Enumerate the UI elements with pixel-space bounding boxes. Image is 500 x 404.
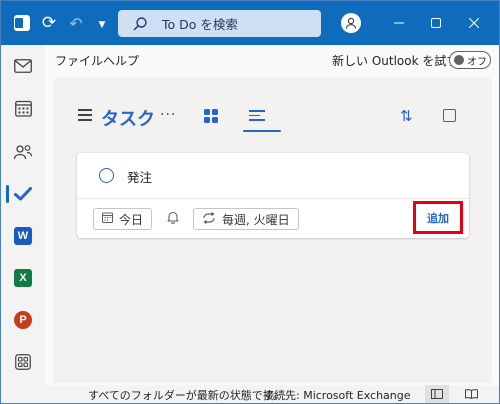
maximize-icon: [431, 18, 441, 28]
new-outlook-label: 新しい Outlook を試す: [332, 54, 459, 68]
page-title: タスク: [101, 109, 155, 130]
grid-view-icon[interactable]: [204, 109, 218, 123]
todo-check-icon: [14, 187, 32, 201]
powerpoint-icon: P: [14, 311, 32, 329]
search-box[interactable]: To Do を検索: [118, 10, 321, 37]
list-view-icon[interactable]: [249, 110, 265, 122]
close-icon: [469, 18, 479, 28]
menu-bar: ファイル ヘルプ 新しい Outlook を試す: [45, 45, 499, 75]
search-icon: [132, 16, 148, 32]
sort-icon[interactable]: ⇅: [400, 107, 413, 125]
people-icon: [13, 145, 33, 160]
hamburger-menu-icon[interactable]: [78, 109, 92, 121]
reading-view-icon[interactable]: [459, 385, 483, 403]
normal-view-icon[interactable]: [425, 385, 449, 403]
due-date-chip[interactable]: 今日: [93, 208, 153, 230]
mail-icon: [14, 59, 32, 73]
excel-icon: X: [14, 269, 32, 287]
app-rail: W X P: [1, 45, 45, 385]
reminder-bell-icon[interactable]: [166, 210, 180, 228]
quick-access-dropdown-icon[interactable]: ▼: [92, 15, 112, 35]
rail-item-todo[interactable]: [1, 179, 45, 209]
add-task-card: 発注 今日 毎週, 火曜日 追加: [77, 153, 469, 238]
rail-item-excel[interactable]: X: [1, 263, 45, 293]
toggle-knob: [454, 55, 464, 65]
repeat-icon: [202, 211, 216, 227]
list-view-active-indicator: [243, 130, 281, 132]
maximize-button[interactable]: [421, 10, 451, 36]
calendar-small-icon: [102, 212, 113, 226]
rail-item-apps[interactable]: [1, 347, 45, 377]
tasks-header: タスク ··· ⇅: [53, 77, 492, 137]
new-outlook-toggle[interactable]: オフ: [449, 51, 491, 69]
apps-icon: [15, 354, 31, 370]
minimize-button[interactable]: [384, 10, 414, 36]
rail-item-calendar[interactable]: [1, 93, 45, 123]
search-placeholder: To Do を検索: [162, 17, 238, 32]
menu-help[interactable]: ヘルプ: [103, 52, 139, 69]
repeat-chip[interactable]: 毎週, 火曜日: [193, 208, 299, 230]
sync-icon[interactable]: ⟳: [39, 13, 59, 33]
add-task-button[interactable]: 追加: [427, 210, 449, 226]
tasks-pane: タスク ··· ⇅ 発注 今日 毎週, 火曜日 追加: [53, 77, 492, 383]
word-icon: W: [14, 227, 32, 245]
rail-item-word[interactable]: W: [1, 221, 45, 251]
avatar-icon[interactable]: [341, 13, 361, 33]
connection-status-text: 接続先: Microsoft Exchange: [263, 389, 411, 402]
undo-icon[interactable]: ↶: [66, 13, 86, 33]
calendar-icon: [14, 100, 32, 117]
add-button-highlight: 追加: [413, 201, 463, 234]
title-bar: ⟳ ↶ ▼ To Do を検索: [1, 1, 499, 45]
more-options-button[interactable]: ···: [160, 107, 176, 123]
toggle-label: オフ: [467, 56, 487, 68]
task-input-row: 発注: [77, 153, 469, 199]
outlook-icon: [12, 13, 32, 33]
outlook-window: ⟳ ↶ ▼ To Do を検索 W X P ファイル ヘルプ 新しい Outlo…: [0, 0, 500, 404]
rail-item-people[interactable]: [1, 137, 45, 167]
due-date-label: 今日: [119, 212, 144, 227]
status-bar: すべてのフォルダーが最新の状態です。 接続先: Microsoft Exchan…: [1, 385, 499, 403]
details-panel-icon[interactable]: [443, 109, 456, 122]
close-button[interactable]: [459, 10, 489, 36]
repeat-label: 毎週, 火曜日: [222, 212, 290, 227]
task-complete-circle-icon[interactable]: [99, 168, 114, 183]
task-title-input[interactable]: 発注: [127, 167, 152, 186]
minimize-icon: [394, 22, 404, 24]
rail-item-mail[interactable]: [1, 51, 45, 81]
rail-item-powerpoint[interactable]: P: [1, 305, 45, 335]
menu-file[interactable]: ファイル: [55, 52, 103, 69]
sync-status-text: すべてのフォルダーが最新の状態です。: [88, 389, 284, 402]
